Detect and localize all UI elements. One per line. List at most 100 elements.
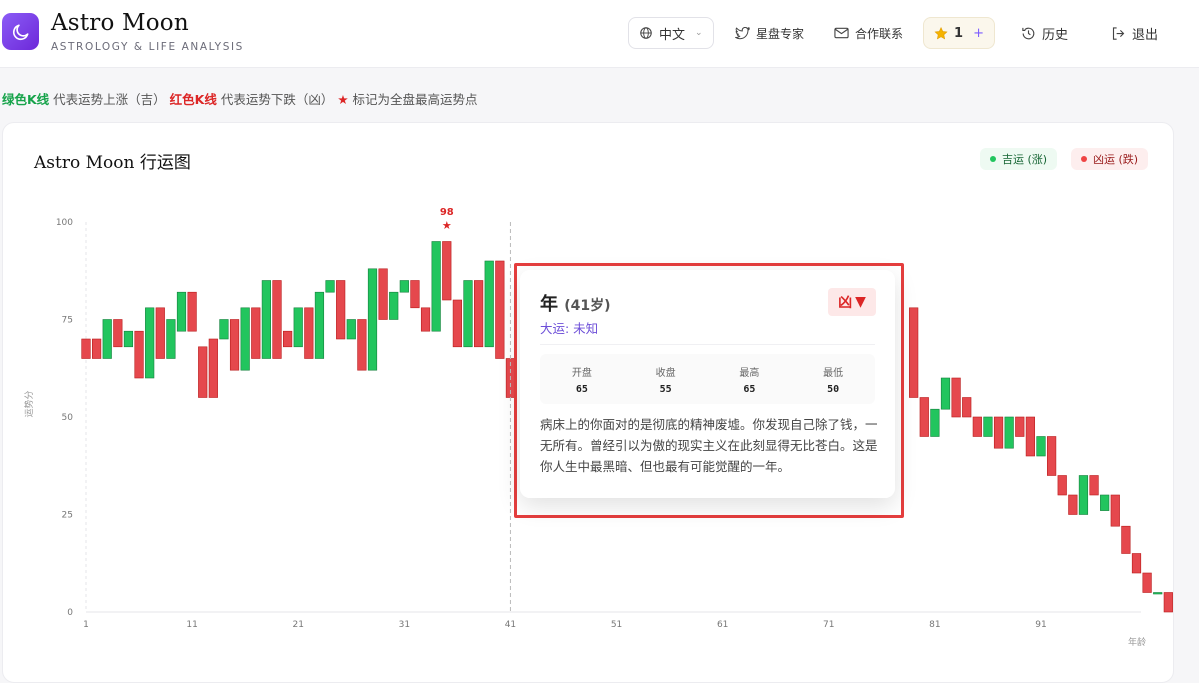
candle [81,338,91,359]
close-label: 收盘 [655,367,676,379]
y-tick-label: 25 [62,511,73,521]
x-tick-label: 41 [505,620,516,630]
candle [1057,475,1067,496]
candle [176,291,187,332]
x-tick-label: 11 [186,620,197,630]
candle [92,338,102,359]
candle [314,291,325,359]
candle [1131,553,1142,574]
low-value: 50 [827,383,840,395]
candle [431,241,441,332]
close-value: 55 [659,383,672,395]
candle [919,397,929,437]
x-tick-label: 81 [929,620,940,630]
candle [452,299,462,348]
tooltip-badge: 凶 ▼ [828,288,876,316]
ohlc-close: 收盘 55 [624,354,708,404]
candle [113,319,123,348]
candle [251,307,261,359]
candle [909,307,919,398]
x-tick-label: 31 [399,620,410,630]
y-tick-label: 50 [62,413,74,423]
x-tick-label: 91 [1035,620,1046,630]
candle [962,397,972,418]
candle [1100,494,1110,511]
candle [1153,592,1163,595]
y-axis-label: 运势分 [23,390,35,417]
down-arrow-icon: ▼ [855,294,866,310]
candle [357,319,367,371]
candle [1110,494,1120,527]
x-tick-label: 21 [292,620,303,630]
y-tick-label: 100 [56,218,73,228]
candle [410,280,420,309]
tooltip-badge-label: 凶 [838,295,853,311]
candle [229,319,240,371]
candle [240,307,250,371]
candle [325,280,335,293]
candle [208,338,218,398]
candle [134,330,144,379]
ohlc-high: 最高 65 [708,354,792,404]
tooltip-title: 年 (41岁) [540,290,611,316]
candle [378,268,388,320]
open-label: 开盘 [571,367,592,379]
candle [283,330,293,348]
x-tick-label: 61 [717,620,728,630]
ohlc-low: 最低 50 [791,354,875,404]
candle [367,268,378,371]
open-value: 65 [575,383,588,395]
candle [1121,525,1131,554]
tooltip-year-label: 年 [540,294,558,315]
x-tick-label: 51 [611,620,622,630]
tooltip-dayun: 大运: 未知 [540,321,599,336]
candle [993,416,1004,449]
y-tick-label: 0 [67,608,73,618]
candle [1036,436,1046,457]
candle [495,260,505,359]
low-label: 最低 [823,367,844,379]
candle [1163,592,1173,613]
candle [198,346,208,398]
ohlc-open: 开盘 65 [540,354,624,404]
candle [1089,475,1099,496]
candle [972,416,982,437]
candle [951,377,961,418]
candle [484,260,494,348]
candle [219,319,229,340]
y-tick-label: 75 [62,316,73,326]
candle [1068,494,1078,515]
candle [293,307,303,348]
candle [145,307,155,379]
candle [187,291,197,332]
candle [346,319,356,340]
x-axis-label: 年龄 [1128,636,1146,648]
candle [399,280,409,293]
candle [389,291,399,320]
candle [940,377,951,410]
candle [166,319,176,359]
tooltip-age: (41岁) [564,298,611,314]
candle [261,280,271,359]
high-label: 最高 [739,367,760,379]
candle-tooltip: 年 (41岁) 凶 ▼ 大运: 未知 开盘 65 收盘 55 最高 65 最低 … [520,270,895,498]
candle [463,280,473,348]
tooltip-ohlc: 开盘 65 收盘 55 最高 65 最低 50 [540,354,875,404]
candle [1015,416,1025,437]
candle [123,330,134,348]
candle [983,416,993,437]
candle [1078,475,1089,515]
high-value: 65 [743,383,756,395]
x-tick-label: 1 [83,620,89,630]
peak-star-icon: ★ [442,219,452,232]
candle [474,280,484,348]
peak-label: 98 [440,207,454,218]
candle [272,280,282,359]
candle [155,307,165,359]
candle [420,307,431,332]
candle [336,280,346,340]
tooltip-description: 病床上的你面对的是彻底的精神废墟。你发现自己除了钱，一无所有。曾经引以为傲的现实… [540,417,878,474]
x-tick-label: 71 [823,620,834,630]
candle [1142,572,1152,593]
candle [1004,416,1014,449]
